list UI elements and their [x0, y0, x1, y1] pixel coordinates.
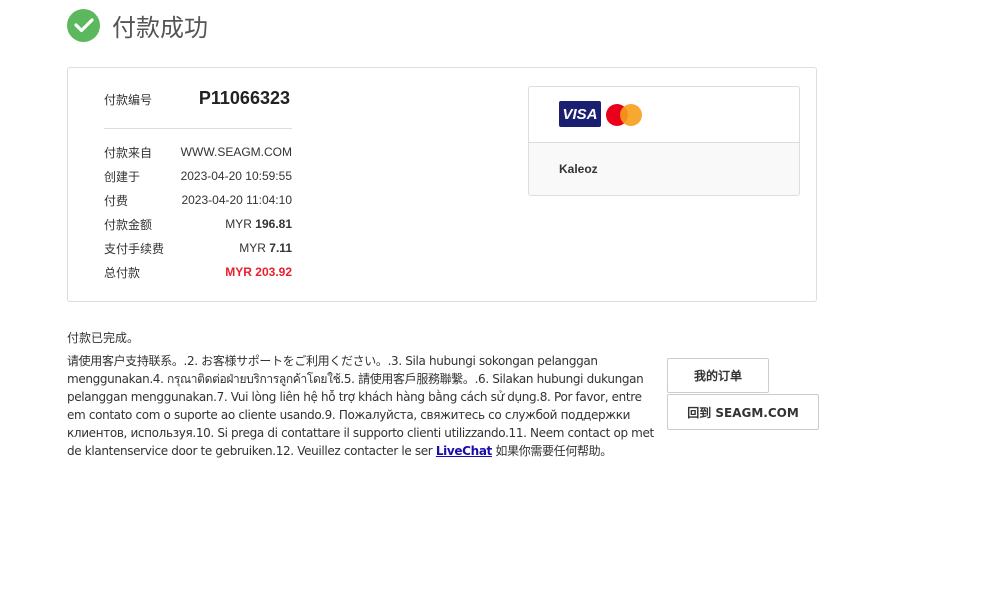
title-row: 付款成功	[67, 8, 208, 42]
detail-row-created: 创建于 2023-04-20 10:59:55	[104, 168, 292, 184]
help-text-before: 请使用客户支持联系。.2. お客様サポートをご利用ください。.3. Sila h…	[67, 354, 654, 458]
detail-label: 付款金额	[104, 217, 153, 232]
card-logos: VISA	[529, 87, 799, 143]
detail-label: 付款来自	[104, 145, 153, 160]
detail-label: 创建于	[104, 169, 141, 184]
payment-method-box: VISA Kaleoz	[528, 86, 800, 196]
detail-value: MYR 196.81	[225, 217, 292, 231]
detail-value: MYR 7.11	[239, 241, 292, 255]
payment-method-name: Kaleoz	[559, 162, 598, 176]
detail-value: 2023-04-20 10:59:55	[180, 169, 292, 183]
payment-number: P11066323	[198, 88, 290, 108]
amount: 196.81	[255, 217, 292, 231]
livechat-link[interactable]: LiveChat	[436, 444, 492, 458]
visa-icon: VISA	[559, 101, 601, 127]
detail-row-source: 付款来自 WWW.SEAGM.COM	[104, 144, 292, 160]
detail-row-paid: 付费 2023-04-20 11:04:10	[104, 192, 292, 208]
detail-value: WWW.SEAGM.COM	[180, 145, 292, 159]
divider	[104, 128, 292, 129]
payment-number-label: 付款编号	[104, 93, 153, 107]
help-text: 请使用客户支持联系。.2. お客様サポートをご利用ください。.3. Sila h…	[67, 352, 657, 460]
currency: MYR	[225, 217, 252, 231]
detail-row-amount: 付款金额 MYR 196.81	[104, 216, 292, 232]
my-orders-button[interactable]: 我的订单	[667, 358, 769, 393]
page-title: 付款成功	[112, 13, 208, 42]
detail-label: 付费	[104, 193, 129, 208]
status-text: 付款已完成。	[67, 331, 140, 345]
payment-summary-card: 付款编号 P11066323 付款来自 WWW.SEAGM.COM 创建于 20…	[67, 67, 817, 302]
detail-row-fee: 支付手续费 MYR 7.11	[104, 240, 292, 256]
mastercard-icon	[606, 104, 644, 126]
currency: MYR	[239, 241, 266, 255]
help-text-after: 如果你需要任何帮助。	[491, 444, 612, 458]
detail-label: 总付款	[104, 265, 141, 280]
total-amount: MYR 203.92	[225, 265, 292, 279]
detail-value: 2023-04-20 11:04:10	[181, 193, 292, 207]
detail-label: 支付手续费	[104, 241, 165, 256]
check-circle-icon	[67, 8, 100, 42]
amount: 7.11	[269, 241, 292, 255]
detail-row-total: 总付款 MYR 203.92	[104, 264, 292, 280]
back-to-seagm-button[interactable]: 回到 SEAGM.COM	[667, 394, 819, 430]
